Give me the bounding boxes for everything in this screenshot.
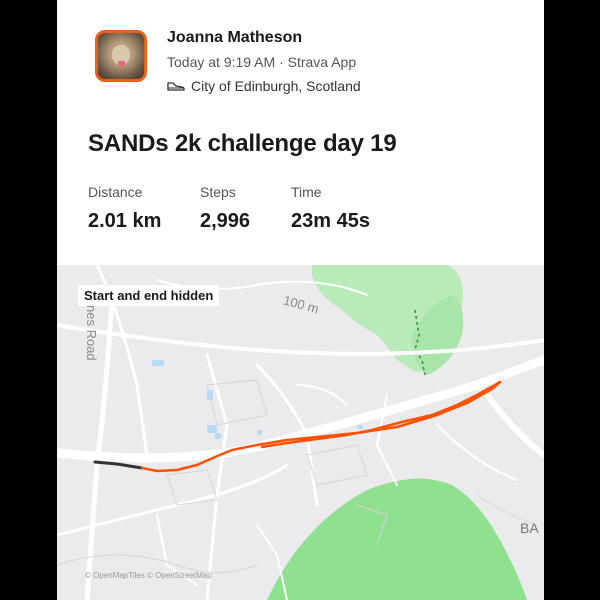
shoe-icon [167, 82, 185, 91]
route-map[interactable]: nes Road 100 m BA Start and end hidden ©… [57, 265, 544, 600]
stat-value: 2.01 km [88, 210, 162, 232]
stat-label: Time [291, 184, 322, 200]
stat-value: 2,996 [200, 210, 251, 232]
activity-location: City of Edinburgh, Scotland [167, 78, 361, 94]
athlete-avatar[interactable] [95, 30, 147, 82]
athlete-name[interactable]: Joanna Matheson [167, 29, 302, 47]
stat-steps: Steps 2,996 [200, 184, 250, 233]
stat-label: Distance [88, 184, 143, 200]
stat-value: 23m 45s [291, 210, 370, 232]
stat-time: Time 23m 45s [291, 184, 370, 233]
stat-label: Steps [200, 184, 236, 200]
road-label: nes Road [84, 305, 99, 361]
route-hidden-segment [93, 460, 144, 470]
privacy-label: Start and end hidden [78, 285, 220, 306]
map-attribution[interactable]: © OpenMapTiles © OpenStreetMap [85, 571, 212, 580]
area-label: BA [520, 520, 539, 536]
location-text: City of Edinburgh, Scotland [191, 78, 361, 94]
park-area [267, 478, 527, 600]
stat-distance: Distance 2.01 km [88, 184, 161, 233]
activity-timestamp: Today at 9:19 AM · Strava App [167, 54, 357, 70]
activity-title[interactable]: SANDs 2k challenge day 19 [88, 130, 397, 158]
activity-card[interactable]: Joanna Matheson Today at 9:19 AM · Strav… [57, 0, 544, 600]
map-canvas [57, 265, 544, 600]
